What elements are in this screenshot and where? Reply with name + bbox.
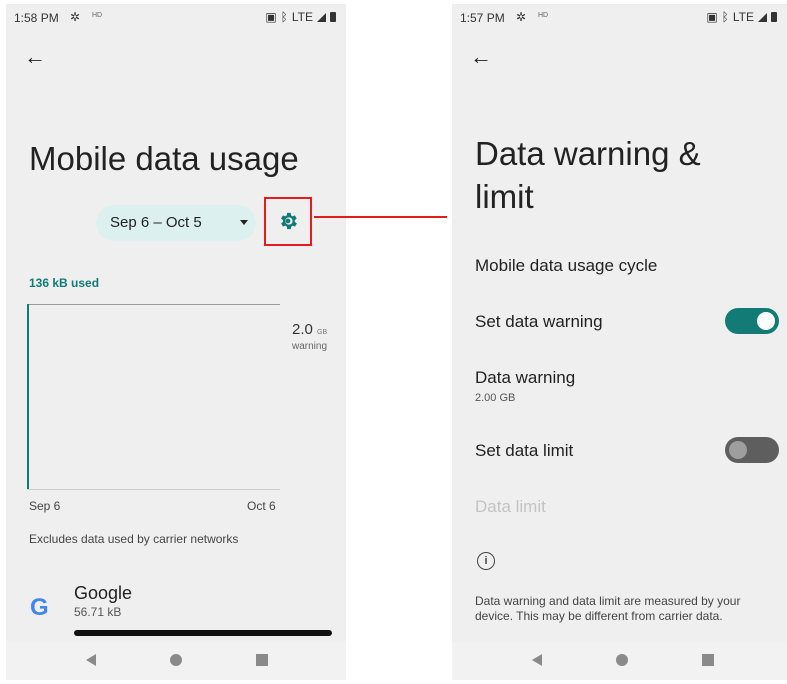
x-axis-start: Sep 6 [29, 499, 61, 513]
set-data-warning-toggle[interactable] [725, 308, 779, 334]
nav-back-icon[interactable] [532, 654, 542, 666]
status-time: 1:57 PM [460, 11, 505, 25]
date-range-label: Sep 6 – Oct 5 [110, 214, 202, 231]
date-range-dropdown[interactable]: Sep 6 – Oct 5 [96, 205, 256, 241]
x-axis-end: Oct 6 [247, 499, 276, 513]
bluetooth-icon: ᛒ [721, 10, 729, 24]
warning-label: warning [292, 341, 328, 352]
data-limit-item: Data limit [475, 497, 546, 516]
vibrate-icon: ▣ [265, 10, 277, 24]
usage-axis [27, 304, 29, 490]
bluetooth-icon: ᛒ [280, 10, 288, 24]
status-time: 1:58 PM [14, 11, 59, 25]
data-warning-limit-screen: 1:57 PM ✲ HD ▣ ᛒ LTE ← Data warning & li… [452, 4, 787, 680]
status-bar: 1:57 PM ✲ HD ▣ ᛒ LTE [452, 4, 787, 30]
page-title-line2: limit [475, 178, 534, 215]
usage-chart [27, 304, 280, 490]
vibrate-icon: ▣ [706, 10, 718, 24]
google-logo: G [30, 594, 49, 621]
data-used-label: 136 kB used [29, 276, 100, 290]
status-right: ▣ ᛒ LTE [265, 10, 336, 24]
app-usage-bar [74, 630, 332, 636]
battery-icon [330, 12, 336, 22]
mobile-data-usage-screen: 1:58 PM ✲ HD ▣ ᛒ LTE ← Mobile data usage… [6, 4, 346, 680]
nav-home-icon[interactable] [170, 654, 182, 666]
hd-icon: HD [92, 12, 103, 19]
app-name: Google [74, 583, 133, 603]
data-warning-item[interactable]: Data warning [475, 368, 575, 388]
back-arrow-icon[interactable]: ← [24, 44, 46, 70]
set-data-warning-label: Set data warning [475, 312, 603, 331]
set-data-limit-toggle[interactable] [725, 437, 779, 463]
chevron-down-icon [240, 220, 248, 225]
network-type: LTE [732, 10, 754, 24]
app-usage: 56.71 kB [74, 605, 122, 619]
warning-value: 2.0 GB [292, 321, 328, 338]
signal-icon [758, 12, 767, 22]
settings-status-icon: ✲ [70, 10, 81, 24]
settings-status-icon: ✲ [516, 10, 527, 24]
chart-baseline [27, 489, 280, 490]
settings-gear-icon [281, 212, 297, 230]
warning-line [27, 304, 280, 305]
settings-gear-button[interactable] [264, 197, 312, 246]
nav-back-icon[interactable] [86, 654, 96, 666]
back-arrow-icon[interactable]: ← [470, 44, 492, 70]
signal-icon [317, 12, 326, 22]
toggle-knob [729, 441, 747, 459]
nav-home-icon[interactable] [616, 654, 628, 666]
usage-cycle-item[interactable]: Mobile data usage cycle [475, 256, 657, 276]
navigation-bar [6, 642, 346, 680]
status-bar: 1:58 PM ✲ HD ▣ ᛒ LTE [6, 4, 346, 30]
data-warning-value: 2.00 GB [475, 392, 516, 404]
navigation-bar [452, 642, 787, 680]
hd-icon: HD [538, 12, 549, 19]
toggle-knob [757, 312, 775, 330]
battery-icon [771, 12, 777, 22]
page-title-line1: Data warning & [475, 135, 701, 172]
callout-connector [314, 216, 447, 218]
info-icon: i [477, 552, 495, 570]
excludes-note: Excludes data used by carrier networks [29, 532, 239, 546]
set-data-limit-label: Set data limit [475, 441, 574, 460]
status-right: ▣ ᛒ LTE [706, 10, 777, 24]
page-title: Mobile data usage [29, 140, 299, 177]
network-type: LTE [291, 10, 313, 24]
measurement-footnote: Data warning and data limit are measured… [475, 594, 741, 623]
nav-recents-icon[interactable] [256, 654, 268, 666]
nav-recents-icon[interactable] [702, 654, 714, 666]
